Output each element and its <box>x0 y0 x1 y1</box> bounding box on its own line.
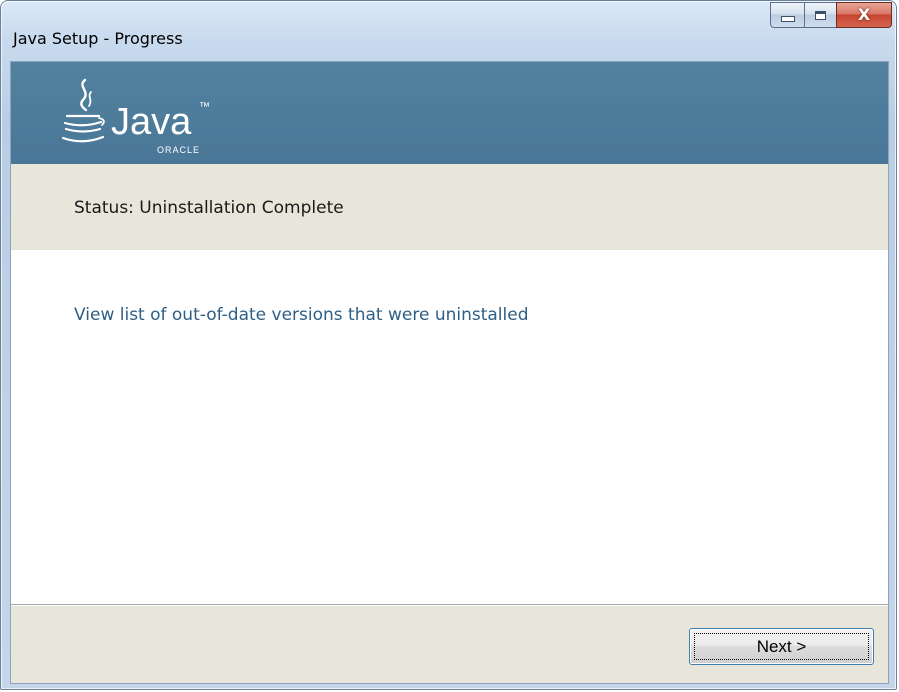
window-title: Java Setup - Progress <box>13 29 183 48</box>
view-uninstalled-versions-link[interactable]: View list of out-of-date versions that w… <box>74 305 529 325</box>
setup-client-area: Java ™ ORACLE Status: Uninstallation Com… <box>10 61 889 684</box>
close-button[interactable]: X <box>836 2 892 28</box>
next-button[interactable]: Next > <box>689 628 874 665</box>
java-logo: Java ™ ORACLE <box>61 78 210 155</box>
maximize-icon <box>815 10 826 20</box>
close-icon: X <box>857 5 871 24</box>
title-bar[interactable]: Java Setup - Progress X <box>1 1 896 57</box>
content-area: View list of out-of-date versions that w… <box>11 250 888 604</box>
button-footer: Next > <box>11 604 888 683</box>
java-setup-window: Java Setup - Progress X Java ™ ORACLE St… <box>0 0 897 690</box>
java-banner: Java ™ ORACLE <box>11 62 888 164</box>
minimize-button[interactable] <box>770 2 804 28</box>
maximize-button[interactable] <box>804 2 836 28</box>
java-steam-icon <box>80 78 88 112</box>
caption-buttons: X <box>770 2 892 28</box>
minimize-icon <box>780 16 795 22</box>
java-wordmark: Java <box>111 101 192 143</box>
oracle-wordmark: ORACLE <box>157 145 200 155</box>
status-text: Status: Uninstallation Complete <box>74 198 344 218</box>
next-button-label: Next > <box>756 636 807 656</box>
java-trademark: ™ <box>199 101 210 113</box>
status-band: Status: Uninstallation Complete <box>11 164 888 250</box>
